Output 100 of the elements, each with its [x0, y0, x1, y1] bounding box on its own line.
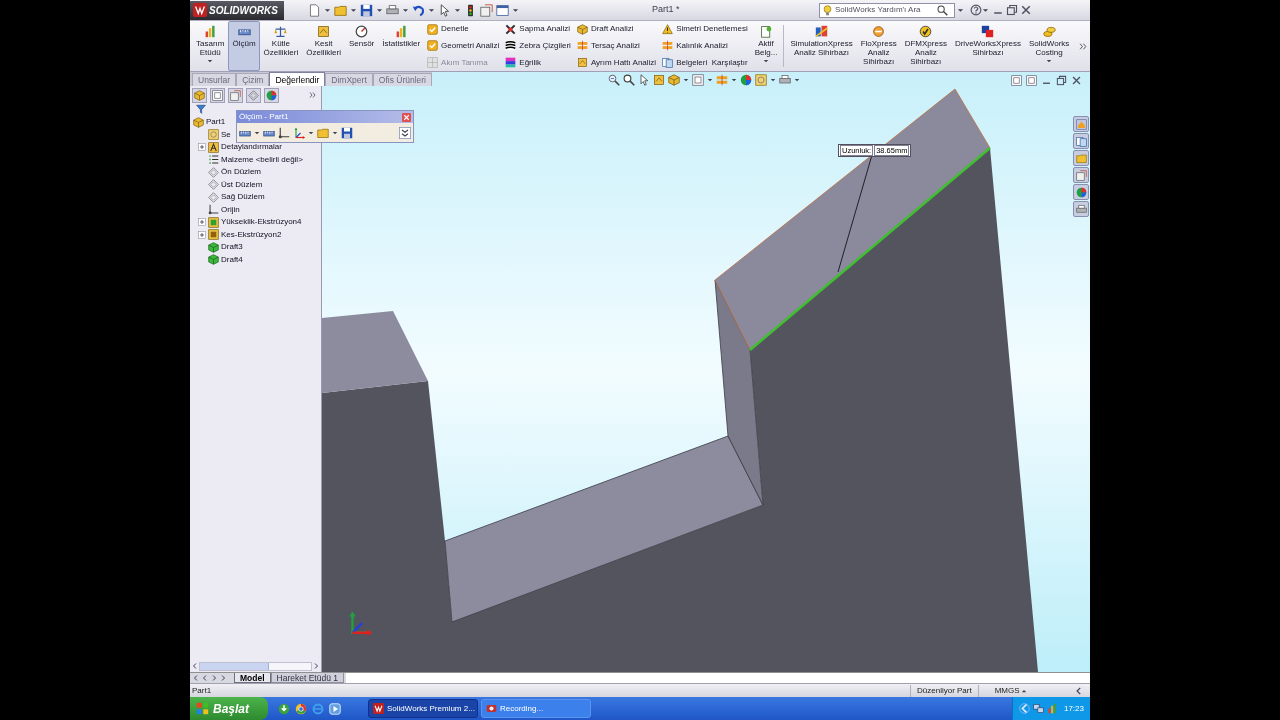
- task-pane-tab[interactable]: [1073, 133, 1089, 149]
- ribbon-button[interactable]: Kalınlık Analizi: [662, 40, 748, 52]
- bar-chart-icon[interactable]: [1046, 703, 1058, 714]
- network-icon[interactable]: [1032, 703, 1044, 714]
- caret-icon[interactable]: [512, 6, 519, 14]
- close-icon[interactable]: [1020, 4, 1032, 16]
- pointer-icon[interactable]: [438, 3, 451, 17]
- ribbon-button[interactable]: Eğrilik: [505, 56, 571, 69]
- taskbar-button[interactable]: SolidWorks Premium 2...: [368, 699, 478, 718]
- new-document-icon[interactable]: [308, 3, 321, 17]
- close-icon[interactable]: [1071, 75, 1082, 86]
- caret-icon[interactable]: [982, 6, 989, 14]
- tab[interactable]: Değerlendir: [269, 72, 326, 86]
- task-pane-tab[interactable]: [1073, 184, 1089, 200]
- tile-icon[interactable]: [1026, 75, 1037, 86]
- taskbar-button[interactable]: Recording...: [481, 699, 591, 718]
- ribbon-button[interactable]: Ayrım Hattı Analizi: [576, 56, 657, 69]
- scroll-right-icon[interactable]: [312, 662, 320, 670]
- task-pane-tab[interactable]: [1073, 201, 1089, 217]
- search-field[interactable]: SolidWorks Yardım'ı Ara: [819, 2, 955, 18]
- tile-icon[interactable]: [1011, 75, 1022, 86]
- panel-tab[interactable]: [264, 87, 279, 103]
- pointer-icon[interactable]: [638, 74, 650, 86]
- zoom-icon[interactable]: [623, 74, 635, 86]
- tab[interactable]: Çizim: [236, 73, 270, 86]
- ribbon-button[interactable]: Kesit Özellikleri: [302, 21, 345, 71]
- ribbon-button[interactable]: Aktif Belg...: [750, 21, 782, 71]
- tree-item[interactable]: Draft4: [221, 253, 243, 266]
- caret-icon[interactable]: [350, 6, 357, 14]
- caret-icon[interactable]: [770, 77, 776, 83]
- window-icon[interactable]: [496, 3, 509, 17]
- ribbon-button[interactable]: Tersaç Analizi: [576, 40, 657, 52]
- chevron-icon[interactable]: [399, 126, 411, 139]
- back-arrow-icon[interactable]: [1018, 703, 1030, 714]
- ribbon-button[interactable]: SolidWorks Costing: [1025, 21, 1074, 71]
- save-icon[interactable]: [360, 3, 373, 17]
- tree-item[interactable]: Orijin: [221, 203, 240, 216]
- app-logo[interactable]: SOLIDWORKS: [190, 0, 284, 20]
- close-icon[interactable]: [402, 112, 411, 122]
- ribbon-button[interactable]: Belgeleri Karşılaştır: [662, 56, 748, 69]
- tree-item[interactable]: Üst Düzlem: [221, 178, 263, 191]
- collapse-icon[interactable]: [1074, 685, 1084, 696]
- caret-icon[interactable]: [957, 6, 964, 14]
- ribbon-button[interactable]: FloXpress Analiz Sihirbazı: [856, 21, 901, 71]
- ribbon-button[interactable]: Geometri Analizi: [427, 40, 500, 52]
- axes-icon[interactable]: [293, 126, 305, 139]
- ribbon-button[interactable]: Tasarım Etüdü: [192, 21, 229, 71]
- tree-item[interactable]: Sağ Düzlem: [221, 191, 265, 204]
- tab[interactable]: DimXpert: [325, 73, 373, 86]
- caret-icon[interactable]: [683, 77, 689, 83]
- caret-icon[interactable]: [332, 129, 338, 136]
- ribbon-button[interactable]: Sapma Analizi: [505, 23, 571, 36]
- ribbon-button[interactable]: Draft Analizi: [576, 23, 657, 36]
- printer-icon[interactable]: [386, 3, 399, 17]
- tree-item[interactable]: Ön Düzlem: [221, 166, 261, 179]
- tree-item[interactable]: Se: [221, 128, 231, 141]
- search-icon[interactable]: [937, 4, 948, 16]
- tree-item[interactable]: Part1: [206, 116, 226, 129]
- ribbon-button[interactable]: Kütle Özellikleri: [259, 21, 303, 71]
- expand-icon[interactable]: [197, 218, 206, 227]
- tab[interactable]: Ofis Ürünleri: [372, 73, 432, 86]
- help-icon[interactable]: [970, 4, 982, 16]
- search-input[interactable]: SolidWorks Yardım'ı Ara: [835, 4, 935, 16]
- caret-icon[interactable]: [731, 77, 737, 83]
- tab[interactable]: Unsurlar: [192, 73, 237, 86]
- browser-icon[interactable]: [295, 702, 307, 715]
- ribbon-button[interactable]: Zebra Çizgileri: [505, 40, 571, 52]
- axes-icon[interactable]: [278, 126, 290, 139]
- units-selector[interactable]: MMGS: [988, 684, 1033, 697]
- save-icon[interactable]: [341, 126, 353, 139]
- caret-icon[interactable]: [428, 6, 435, 14]
- restore-icon[interactable]: [1056, 75, 1067, 86]
- caret-icon[interactable]: [308, 129, 314, 136]
- caret-icon[interactable]: [376, 6, 383, 14]
- cube-icon[interactable]: [668, 74, 680, 86]
- caret-icon[interactable]: [254, 129, 260, 136]
- tree-item[interactable]: Malzeme <belirli değil>: [221, 153, 303, 166]
- pie-icon[interactable]: [740, 74, 752, 86]
- chevron-icon[interactable]: [309, 91, 317, 99]
- expand-icon[interactable]: [197, 230, 206, 239]
- tree-item[interactable]: Yükseklik-Ekstrüzyon4: [221, 216, 302, 229]
- ribbon-button[interactable]: Ölçüm: [228, 21, 260, 71]
- caret-icon[interactable]: [402, 6, 409, 14]
- undo-icon[interactable]: [412, 3, 425, 17]
- download-icon[interactable]: [278, 702, 290, 715]
- ribbon-button[interactable]: İstatistikler: [378, 21, 425, 71]
- open-folder-icon[interactable]: [334, 3, 347, 17]
- ribbon-button[interactable]: DriveWorksXpress Sihirbazı: [950, 21, 1025, 71]
- caret-icon[interactable]: [454, 6, 461, 14]
- tree-item[interactable]: Draft3: [221, 241, 243, 254]
- ribbon-button[interactable]: Denetle: [427, 23, 500, 36]
- scroll-thumb[interactable]: [200, 662, 269, 670]
- caret-icon[interactable]: [324, 6, 331, 14]
- ribbon-button[interactable]: SimulationXpress Analiz Sihirbazı: [786, 21, 857, 71]
- tree-item[interactable]: Detaylandırmalar: [221, 141, 282, 154]
- tree-item[interactable]: Kes-Ekstrüzyon2: [221, 228, 282, 241]
- caret-icon[interactable]: [794, 77, 800, 83]
- panel-tab[interactable]: [192, 87, 207, 103]
- ribbon-button[interactable]: DFMXpress Analiz Sihirbazı: [900, 21, 951, 71]
- play-icon[interactable]: [329, 702, 341, 715]
